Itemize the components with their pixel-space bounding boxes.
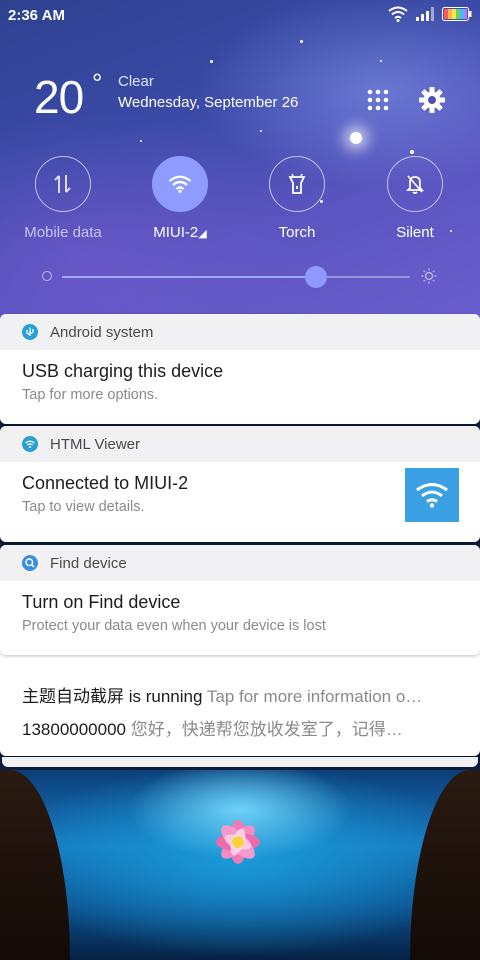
- data-icon: [54, 175, 71, 193]
- date-text[interactable]: Wednesday, September 26: [118, 94, 298, 111]
- find-device-icon: [22, 555, 38, 571]
- notification-header: Find device: [0, 545, 480, 581]
- star: [410, 150, 414, 154]
- torch-icon: [288, 173, 306, 194]
- notification-find-device[interactable]: Find device Turn on Find device Protect …: [0, 545, 480, 655]
- toggle-torch[interactable]: Torch: [237, 156, 357, 241]
- wifi-icon: [22, 436, 38, 452]
- toggle-silent[interactable]: Silent: [355, 156, 475, 241]
- notification-line: 13800000000 您好，快递帮您放收发室了，记得…: [22, 720, 403, 739]
- toggle-wifi[interactable]: MIUI-2◢: [120, 156, 240, 241]
- degree-symbol: °: [92, 68, 103, 98]
- stack-edge: [2, 757, 478, 767]
- wifi-icon: [388, 6, 408, 22]
- sun-icon: [421, 268, 437, 284]
- notification-header: Android system: [0, 314, 480, 350]
- notification-title: Turn on Find device: [22, 592, 181, 612]
- gear-icon[interactable]: [418, 86, 446, 114]
- star: [210, 60, 213, 63]
- brightness-fill: [62, 276, 316, 278]
- notification-android-system[interactable]: Android system USB charging this device …: [0, 314, 480, 424]
- notification-text: Protect your data even when your device …: [22, 618, 326, 634]
- notification-text: Tap for more options.: [22, 387, 159, 403]
- signal-icon: [416, 7, 434, 21]
- star: [300, 40, 303, 43]
- wifi-icon: [168, 175, 192, 193]
- brightness-low-icon: [42, 271, 52, 281]
- wifi-icon: [416, 483, 448, 508]
- notification-title: Connected to MIUI-2: [22, 473, 189, 493]
- android-system-icon: [22, 324, 38, 340]
- app-name: HTML Viewer: [50, 435, 141, 453]
- app-name: Android system: [50, 323, 154, 341]
- star: [260, 130, 262, 132]
- star: [140, 140, 142, 142]
- flower-image: [216, 820, 260, 864]
- star: [350, 132, 362, 144]
- weather-condition: Clear: [118, 73, 154, 90]
- status-bar: 2:36 AM: [0, 0, 480, 32]
- toggle-label: Torch: [278, 224, 316, 241]
- battery-icon: [442, 7, 472, 21]
- brightness-thumb[interactable]: [305, 266, 327, 288]
- notification-title: USB charging this device: [22, 361, 224, 381]
- toggle-label: Silent: [396, 224, 434, 241]
- toggle-mobile-data[interactable]: Mobile data: [3, 156, 123, 241]
- app-name: Find device: [50, 554, 127, 572]
- wifi-thumbnail: [405, 468, 459, 522]
- toggle-label: Mobile data: [24, 224, 102, 241]
- brightness-slider[interactable]: [62, 266, 410, 288]
- clock: 2:36 AM: [8, 7, 65, 24]
- grid-icon[interactable]: [366, 88, 390, 112]
- toggle-label: MIUI-2◢: [153, 224, 207, 241]
- silent-icon: [405, 175, 425, 194]
- notification-line: 主题自动截屏 is running Tap for more informati…: [22, 687, 423, 706]
- notification-header: HTML Viewer: [0, 426, 480, 462]
- notification-html-viewer[interactable]: HTML Viewer Connected to MIUI-2 Tap to v…: [0, 426, 480, 542]
- notification-text: Tap to view details.: [22, 499, 145, 515]
- star: [380, 60, 382, 62]
- temperature: 20: [34, 71, 84, 123]
